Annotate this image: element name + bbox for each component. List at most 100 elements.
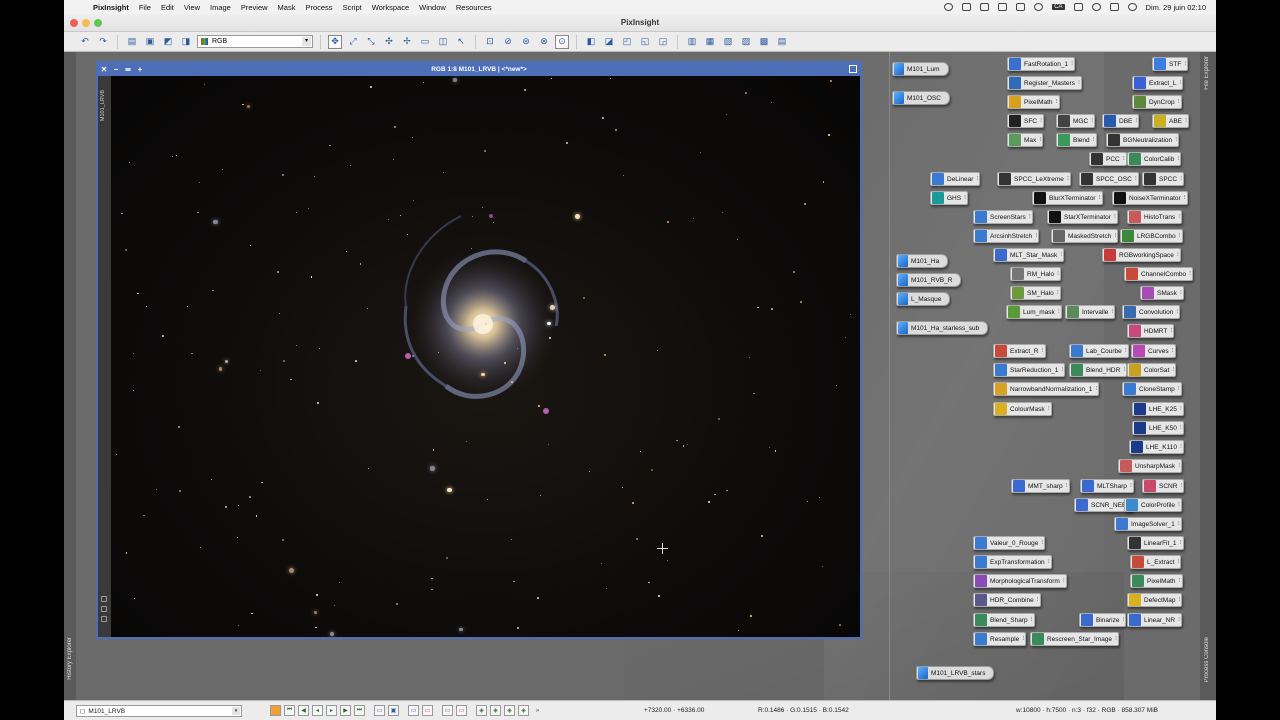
user-icon[interactable] <box>980 3 990 11</box>
play-back-icon[interactable]: ◂ <box>312 705 323 716</box>
menu-edit[interactable]: Edit <box>156 3 179 12</box>
icon-handle-icon[interactable]: ⁝ <box>1091 117 1093 124</box>
icon-handle-icon[interactable]: ⁝ <box>1180 405 1182 412</box>
icon-handle-icon[interactable]: ⁝ <box>1179 577 1181 584</box>
icon-handle-icon[interactable]: ⁝ <box>1039 136 1041 143</box>
process-icon[interactable]: Extract_R ⁝ <box>993 344 1046 358</box>
prev-frame-icon[interactable]: ◀ <box>298 705 309 716</box>
process-icon[interactable]: BGNeutralization ⁝ <box>1106 133 1180 147</box>
process-icon[interactable]: LHE_K110 ⁝ <box>1129 440 1184 454</box>
image-icon[interactable]: M101_Ha_starless_sub <box>896 321 989 335</box>
process-icon[interactable]: DynCrop ⁝ <box>1132 95 1182 109</box>
process-icon[interactable]: Linear_NR ⁝ <box>1127 613 1183 627</box>
icon-handle-icon[interactable]: ⁝ <box>1066 482 1068 489</box>
more-icon[interactable]: » <box>532 705 543 716</box>
redo-icon[interactable]: ↷ <box>96 35 110 49</box>
process-icon[interactable]: MorphologicalTransform ⁝ <box>973 574 1067 588</box>
file-explorer-tab[interactable]: File Explorer <box>1204 56 1210 90</box>
view-link-icon[interactable] <box>101 596 107 602</box>
display-icon[interactable]: ▭ <box>442 705 453 716</box>
icon-handle-icon[interactable]: ⁝ <box>1180 539 1182 546</box>
layer-3-icon[interactable]: ◈ <box>504 705 515 716</box>
process-icon[interactable]: Blend_Sharp ⁝ <box>973 613 1035 627</box>
process-icon[interactable]: ArcsinhStretch ⁝ <box>973 229 1040 243</box>
input-source-badge[interactable]: CA <box>1052 4 1065 10</box>
move-tool-icon[interactable]: ✥ <box>328 34 342 49</box>
icon-handle-icon[interactable]: ⁝ <box>1057 289 1059 296</box>
icon-handle-icon[interactable]: ⁝ <box>1067 175 1069 182</box>
menu-window[interactable]: Window <box>414 3 451 12</box>
stf-reset-icon[interactable]: ⊗ <box>537 35 551 49</box>
icon-handle-icon[interactable]: ⁝ <box>1175 136 1177 143</box>
process-icon[interactable]: Register_Masters ⁝ <box>1007 76 1082 90</box>
process-icon[interactable]: FastRotation_1 ⁝ <box>1007 57 1076 71</box>
process-icon[interactable]: GHS ⁝ <box>930 191 969 205</box>
process-icon[interactable]: MMT_sharp ⁝ <box>1011 479 1070 493</box>
icon-handle-icon[interactable]: ⁝ <box>1035 232 1037 239</box>
new-preview-icon[interactable]: ◫ <box>436 35 450 49</box>
channel-combine-icon[interactable]: ▣ <box>143 35 157 49</box>
icon-handle-icon[interactable]: ⁝ <box>1040 117 1042 124</box>
process-icon[interactable]: DeLinear ⁝ <box>930 172 981 186</box>
icon-handle-icon[interactable]: ⁝ <box>1180 443 1182 450</box>
process-icon[interactable]: Extract_L ⁝ <box>1132 76 1184 90</box>
workspace-4-icon[interactable]: ▤ <box>775 35 789 49</box>
first-frame-icon[interactable]: ⏮ <box>284 705 295 716</box>
icon-handle-icon[interactable]: ⁝ <box>1178 213 1180 220</box>
menu-resources[interactable]: Resources <box>451 3 497 12</box>
channel-split-icon[interactable]: ▤ <box>125 35 139 49</box>
process-icon[interactable]: LHE_K50 ⁝ <box>1132 421 1184 435</box>
process-icon[interactable]: SPCC_LeXtreme ⁝ <box>997 172 1071 186</box>
play-icon[interactable]: ▸ <box>326 705 337 716</box>
icon-handle-icon[interactable]: ⁝ <box>1181 482 1183 489</box>
process-icon[interactable]: RM_Halo ⁝ <box>1010 267 1062 281</box>
process-icon[interactable]: SFC ⁝ <box>1007 114 1044 128</box>
image-canvas[interactable] <box>111 76 860 637</box>
icon-handle-icon[interactable]: ⁝ <box>1115 635 1117 642</box>
icon-handle-icon[interactable]: ⁝ <box>1037 596 1039 603</box>
icon-handle-icon[interactable]: ⁝ <box>1130 482 1132 489</box>
icon-handle-icon[interactable]: ⁝ <box>1177 155 1179 162</box>
process-icon[interactable]: DBE ⁝ <box>1102 114 1140 128</box>
process-icon[interactable]: Lab_Courbe ⁝ <box>1069 344 1129 358</box>
icon-handle-icon[interactable]: ⁝ <box>1189 270 1191 277</box>
workspace-1-icon[interactable]: ▧ <box>721 35 735 49</box>
icon-handle-icon[interactable]: ⁝ <box>1123 155 1125 162</box>
stf-link-icon[interactable]: ⊛ <box>519 35 533 49</box>
last-frame-icon[interactable]: ⏭ <box>354 705 365 716</box>
icon-handle-icon[interactable]: ⁝ <box>1125 347 1127 354</box>
monitor-active-icon[interactable]: ▣ <box>388 705 399 716</box>
process-icon[interactable]: Blend ⁝ <box>1056 133 1097 147</box>
icon-handle-icon[interactable]: ⁝ <box>1078 79 1080 86</box>
icon-handle-icon[interactable]: ⁝ <box>1022 635 1024 642</box>
icon-handle-icon[interactable]: ⁝ <box>1114 232 1116 239</box>
icon-handle-icon[interactable]: ⁝ <box>1114 213 1116 220</box>
undo-icon[interactable]: ↶ <box>78 35 92 49</box>
search-icon[interactable] <box>1091 3 1101 11</box>
process-icon[interactable]: ScreenStars ⁝ <box>973 210 1033 224</box>
icon-handle-icon[interactable]: ⁝ <box>1185 117 1187 124</box>
process-icon[interactable]: RGBworkingSpace ⁝ <box>1102 248 1181 262</box>
icon-handle-icon[interactable]: ⁝ <box>1062 366 1064 373</box>
process-icon[interactable]: LinearFit_1 ⁝ <box>1127 536 1184 550</box>
process-icon[interactable]: Curves ⁝ <box>1131 344 1176 358</box>
icon-handle-icon[interactable]: ⁝ <box>1063 577 1065 584</box>
process-icon[interactable]: MLT_Star_Mask ⁝ <box>993 248 1065 262</box>
screen-red-icon[interactable]: ▭ <box>422 705 433 716</box>
menu-view[interactable]: View <box>179 3 205 12</box>
process-icon[interactable]: HDMRT ⁝ <box>1127 324 1175 338</box>
icon-handle-icon[interactable]: ⁝ <box>1180 424 1182 431</box>
menubar-clock[interactable]: Dim. 29 juin 02:10 <box>1146 3 1206 12</box>
icon-handle-icon[interactable]: ⁝ <box>1093 136 1095 143</box>
icon-handle-icon[interactable]: ⁝ <box>1123 616 1125 623</box>
icon-handle-icon[interactable]: ⁝ <box>1111 308 1113 315</box>
mask-enable-icon[interactable]: ◱ <box>638 35 652 49</box>
view-selector[interactable]: ◻ M101_LRVB ▾ <box>76 705 242 717</box>
display-red-icon[interactable]: ▭ <box>456 705 467 716</box>
icon-handle-icon[interactable]: ⁝ <box>1178 385 1180 392</box>
icon-handle-icon[interactable]: ⁝ <box>1135 175 1137 182</box>
icon-handle-icon[interactable]: ⁝ <box>1048 405 1050 412</box>
process-icon[interactable]: StarReduction_1 ⁝ <box>993 363 1066 377</box>
screen-icon[interactable]: ▭ <box>408 705 419 716</box>
zoom-fit-icon[interactable]: ⤢ <box>346 35 360 49</box>
